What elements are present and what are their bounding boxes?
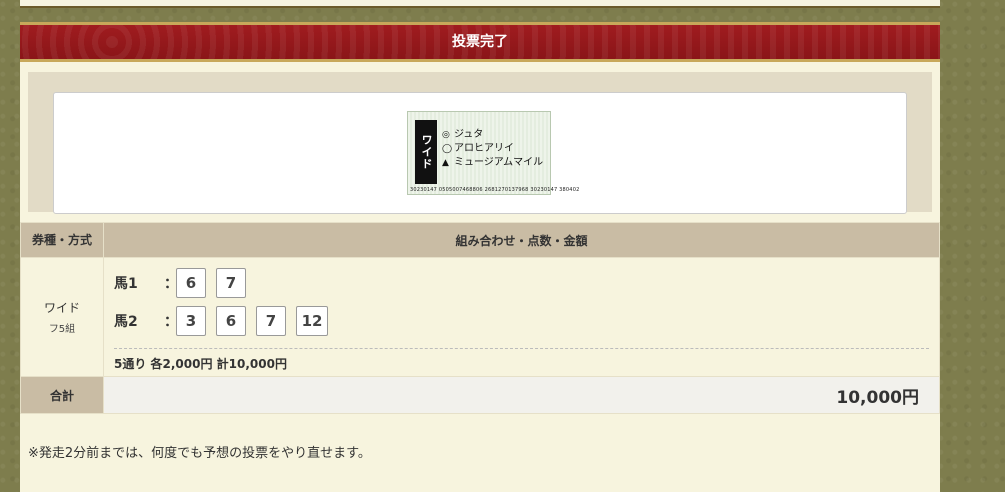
- ticket-bet-type: ワイド: [415, 120, 437, 184]
- mark-icon: ◎: [442, 130, 450, 140]
- horse1-label: 馬1: [114, 276, 138, 292]
- revote-note: ※発走2分前までは、何度でも予想の投票をやり直せます。: [28, 446, 371, 461]
- horse-number: 6: [176, 268, 206, 298]
- ticket-box: ワイド ◎ ジュタ ◯ アロヒアリイ ▲ ミュージアムマイル 30230147 050…: [53, 92, 907, 214]
- ticket-serial: 30230147 0505007468806 2681270137968 302…: [410, 187, 580, 193]
- bet-summary-text: 5通り 各2,000円 計10,000円: [114, 348, 929, 372]
- page-title: 投票完了: [452, 34, 508, 50]
- ticket-horse-1: ◎ ジュタ: [442, 129, 484, 140]
- horse-number: 7: [216, 268, 246, 298]
- ticket-area: ワイド ◎ ジュタ ◯ アロヒアリイ ▲ ミュージアムマイル 30230147 050…: [28, 72, 932, 214]
- col-type-header: 券種・方式: [20, 222, 104, 258]
- ticket-horse-3: ▲ ミュージアムマイル: [442, 157, 544, 168]
- colon: ：: [164, 276, 178, 292]
- col-combo-header: 組み合わせ・点数・金額: [103, 222, 940, 258]
- horse2-row: 馬2 ： 3 6 7 12: [114, 302, 929, 340]
- horse-number: 12: [296, 306, 328, 336]
- betting-ticket-image: ワイド ◎ ジュタ ◯ アロヒアリイ ▲ ミュージアムマイル 30230147 050…: [407, 111, 579, 195]
- mark-icon: ◯: [442, 144, 453, 154]
- combo-cell: 馬1 ： 6 7 馬2 ： 3 6 7 12 5通り 各2,000円 計10,0…: [103, 257, 940, 377]
- ticket-horse-2: ◯ アロヒアリイ: [442, 143, 514, 154]
- horse2-label: 馬2: [114, 314, 138, 330]
- bet-summary-table: 券種・方式 組み合わせ・点数・金額 ワイド フ5組 馬1 ： 6 7 馬2 ： …: [20, 222, 940, 414]
- top-border: [20, 0, 940, 8]
- bet-method: フ5組: [48, 324, 76, 335]
- bet-type: ワイド: [43, 301, 80, 315]
- total-value: 10,000円: [103, 376, 940, 414]
- colon: ：: [164, 314, 178, 330]
- mark-icon: ▲: [442, 158, 449, 168]
- horse1-row: 馬1 ： 6 7: [114, 264, 929, 302]
- panel-header: 投票完了: [20, 22, 940, 62]
- total-label: 合計: [20, 376, 104, 414]
- bet-type-cell: ワイド フ5組: [20, 257, 104, 377]
- horse-number: 7: [256, 306, 286, 336]
- vote-complete-panel: 投票完了 ワイド ◎ ジュタ ◯ アロヒアリイ ▲ ミュージアムマイル 3023014…: [20, 22, 940, 492]
- horse-number: 6: [216, 306, 246, 336]
- horse-number: 3: [176, 306, 206, 336]
- ticket-horse-list: ◎ ジュタ ◯ アロヒアリイ ▲ ミュージアムマイル: [442, 128, 543, 170]
